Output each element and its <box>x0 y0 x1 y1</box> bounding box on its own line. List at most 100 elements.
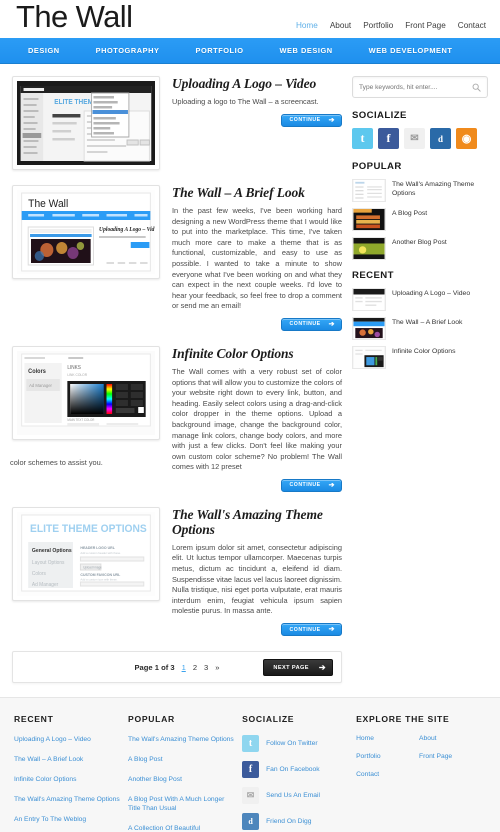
post-thumbnail-homepage: The Wall Uploading A Logo – Vid <box>17 190 155 274</box>
continue-label: CONTINUE <box>289 626 321 633</box>
pagination: Page 1 of 3 1 2 3 » NEXT PAGE ➔ <box>12 651 342 684</box>
list-item[interactable]: Infinite Color Options <box>352 346 488 369</box>
next-page-button[interactable]: NEXT PAGE ➔ <box>263 659 333 677</box>
search-box[interactable] <box>352 76 488 98</box>
email-icon[interactable]: ✉ <box>404 128 425 149</box>
sidebar: SOCIALIZE t f ✉ d ◉ POPULAR The Wall's A… <box>352 76 488 379</box>
recent-link[interactable]: Infinite Color Options <box>392 346 455 356</box>
facebook-icon[interactable]: f <box>378 128 399 149</box>
top-nav-item-home[interactable]: Home <box>296 21 318 30</box>
search-input[interactable] <box>359 83 472 91</box>
continue-button[interactable]: CONTINUE ➔ <box>280 317 342 331</box>
recent-link[interactable]: The Wall – A Brief Look <box>392 317 462 327</box>
continue-button[interactable]: CONTINUE ➔ <box>280 478 342 492</box>
page-link-next-arrow[interactable]: » <box>215 663 219 672</box>
footer-recent-link[interactable]: Infinite Color Options <box>14 775 120 784</box>
post-item: The Wall Uploading A Logo – Vid The Wall… <box>12 185 342 331</box>
post-title[interactable]: The Wall – A Brief Look <box>172 185 342 200</box>
popular-link[interactable]: A Blog Post <box>392 208 427 218</box>
post-excerpt: Lorem ipsum dolor sit amet, consectetur … <box>172 542 342 616</box>
popular-link[interactable]: Another Blog Post <box>392 237 447 247</box>
post-thumbnail-frame[interactable]: Colors Ad Manager LINKS LINK COLOR MAIN … <box>12 345 160 440</box>
main-nav-item-photography[interactable]: PHOTOGRAPHY <box>96 46 160 55</box>
svg-text:Add a custom icon with these.: Add a custom icon with these. <box>80 577 117 581</box>
post-thumbnail-frame[interactable]: ELITE THEME OPTIONS <box>12 76 160 170</box>
list-item[interactable]: Uploading A Logo – Video <box>352 288 488 311</box>
top-nav-item-portfolio[interactable]: Portfolio <box>363 21 393 30</box>
list-item[interactable]: Another Blog Post <box>352 237 488 260</box>
post-action-row: CONTINUE ➔ <box>172 478 342 492</box>
post-thumbnail-theme-options-dropdown: ELITE THEME OPTIONS <box>17 81 155 165</box>
footer-column-explore: EXPLORE THE SITE Home About Portfolio Fr… <box>356 714 486 832</box>
footer-explore-link-about[interactable]: About <box>419 735 478 742</box>
post-excerpt: Uploading a logo to The Wall – a screenc… <box>172 97 319 106</box>
post-title[interactable]: Infinite Color Options <box>172 346 342 361</box>
rss-icon[interactable]: ◉ <box>456 128 477 149</box>
post-action-row: CONTINUE ➔ <box>172 623 342 637</box>
footer-digg-label: Friend On Digg <box>266 818 312 826</box>
footer-email-link[interactable]: ✉ Send Us An Email <box>242 787 348 805</box>
continue-button[interactable]: CONTINUE ➔ <box>280 113 342 127</box>
email-glyph: ✉ <box>246 790 255 801</box>
page-info: Page 1 of 3 <box>134 662 175 672</box>
footer-popular-link[interactable]: A Collection Of Beautiful Photography <box>128 824 234 832</box>
post-action-row: CONTINUE ➔ <box>172 113 342 127</box>
page-link-1[interactable]: 1 <box>182 663 186 672</box>
footer-explore-link-home[interactable]: Home <box>356 735 415 742</box>
footer-twitter-label: Follow On Twitter <box>266 740 318 748</box>
footer-recent-list: Uploading A Logo – Video The Wall – A Br… <box>14 735 120 824</box>
footer-recent-link[interactable]: The Wall's Amazing Theme Options <box>14 795 120 804</box>
footer-twitter-link[interactable]: t Follow On Twitter <box>242 735 348 753</box>
footer-popular-link[interactable]: Another Blog Post <box>128 775 234 784</box>
twitter-icon[interactable]: t <box>352 128 373 149</box>
list-item[interactable]: The Wall – A Brief Look <box>352 317 488 340</box>
footer-email-label: Send Us An Email <box>266 792 320 800</box>
page-link-2[interactable]: 2 <box>193 663 197 672</box>
footer-popular-link[interactable]: A Blog Post <box>128 755 234 764</box>
continue-button[interactable]: CONTINUE ➔ <box>280 623 342 637</box>
page-link-3[interactable]: 3 <box>204 663 208 672</box>
footer-facebook-link[interactable]: f Fan On Facebook <box>242 761 348 779</box>
socialize-icon-row: t f ✉ d ◉ <box>352 128 488 149</box>
top-nav-item-contact[interactable]: Contact <box>458 21 486 30</box>
footer-popular-link[interactable]: The Wall's Amazing Theme Options <box>128 735 234 744</box>
footer-recent-title: RECENT <box>14 714 54 725</box>
main-nav-item-design[interactable]: DESIGN <box>28 46 60 55</box>
footer-socialize-title: SOCIALIZE <box>242 714 295 725</box>
top-nav-item-about[interactable]: About <box>330 21 351 30</box>
footer-popular-link[interactable]: A Blog Post With A Much Longer Title Tha… <box>128 795 234 813</box>
post-thumbnail-frame[interactable]: ELITE THEME OPTIONS General Options Layo… <box>12 506 160 601</box>
main-nav-item-web-development[interactable]: WEB DEVELOPMENT <box>369 46 453 55</box>
sidebar-recent-list: Uploading A Logo – Video The Wall – A Br… <box>352 288 488 369</box>
recent-thumb-homepage <box>352 317 386 340</box>
post-title[interactable]: The Wall's Amazing Theme Options <box>172 507 342 537</box>
popular-link[interactable]: The Wall's Amazing Theme Options <box>392 179 488 198</box>
post-body: The Wall's Amazing Theme Options Lorem i… <box>172 507 342 637</box>
digg-icon[interactable]: d <box>430 128 451 149</box>
list-item[interactable]: A Blog Post <box>352 208 488 231</box>
footer-explore-link-contact[interactable]: Contact <box>356 771 415 778</box>
recent-link[interactable]: Uploading A Logo – Video <box>392 288 470 298</box>
footer-digg-link[interactable]: d Friend On Digg <box>242 813 348 831</box>
svg-text:Upload Image: Upload Image <box>83 565 102 569</box>
footer-recent-link[interactable]: Uploading A Logo – Video <box>14 735 120 744</box>
twitter-glyph: t <box>248 738 253 750</box>
site-logo[interactable]: The Wall <box>16 0 133 35</box>
main-navigation: DESIGN PHOTOGRAPHY PORTFOLIO WEB DESIGN … <box>0 38 500 64</box>
footer-explore-link-front-page[interactable]: Front Page <box>419 753 478 760</box>
footer-explore-link-portfolio[interactable]: Portfolio <box>356 753 415 760</box>
svg-text:Colors: Colors <box>32 571 46 577</box>
search-icon[interactable] <box>472 83 481 92</box>
footer-explore-title: EXPLORE THE SITE <box>356 714 450 725</box>
top-nav-item-front-page[interactable]: Front Page <box>405 21 446 30</box>
site-footer: RECENT Uploading A Logo – Video The Wall… <box>0 697 500 832</box>
svg-text:MAIN TEXT COLOR: MAIN TEXT COLOR <box>67 418 95 422</box>
main-nav-item-web-design[interactable]: WEB DESIGN <box>280 46 333 55</box>
twitter-icon: t <box>242 735 260 753</box>
post-thumbnail-frame[interactable]: The Wall Uploading A Logo – Vid <box>12 185 160 279</box>
footer-recent-link[interactable]: An Entry To The Weblog <box>14 815 120 824</box>
list-item[interactable]: The Wall's Amazing Theme Options <box>352 179 488 202</box>
footer-recent-link[interactable]: The Wall – A Brief Look <box>14 755 120 764</box>
main-nav-item-portfolio[interactable]: PORTFOLIO <box>195 46 243 55</box>
post-title[interactable]: Uploading A Logo – Video <box>172 76 342 91</box>
